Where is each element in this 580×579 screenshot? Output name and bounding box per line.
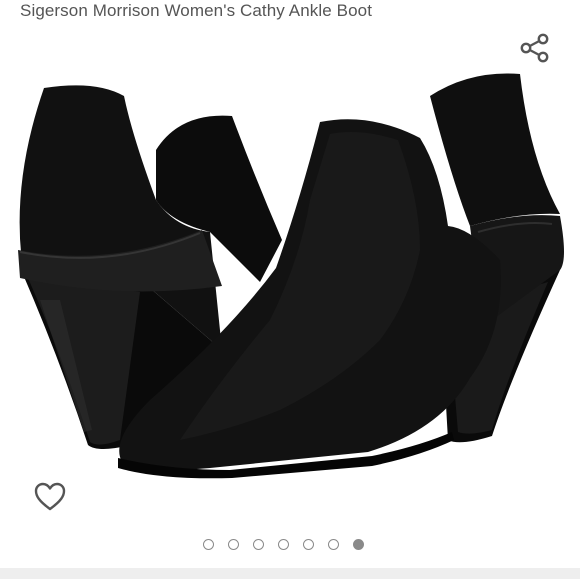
pagination-dot-1[interactable] [203, 539, 214, 550]
pagination-dot-5[interactable] [303, 539, 314, 550]
pagination-dot-2[interactable] [228, 539, 239, 550]
pagination-dot-7-active[interactable] [353, 539, 364, 550]
pagination-dot-3[interactable] [253, 539, 264, 550]
image-pagination [203, 539, 364, 550]
bottom-divider [0, 568, 580, 579]
pagination-dot-6[interactable] [328, 539, 339, 550]
product-title: Sigerson Morrison Women's Cathy Ankle Bo… [20, 1, 373, 20]
wishlist-button[interactable] [32, 480, 68, 514]
pagination-dot-4[interactable] [278, 539, 289, 550]
heart-outline-icon [34, 482, 66, 511]
product-image[interactable] [0, 60, 580, 490]
